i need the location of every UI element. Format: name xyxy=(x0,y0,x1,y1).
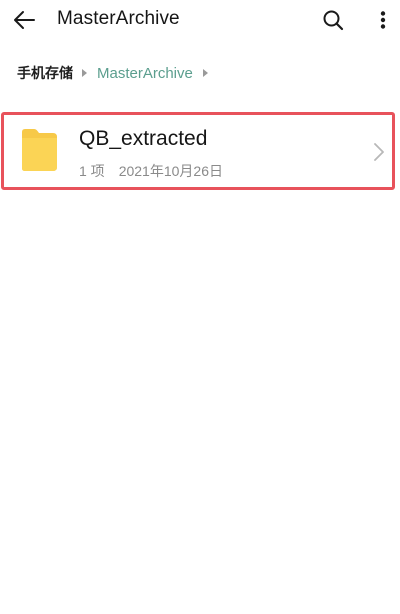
arrow-left-icon xyxy=(14,11,35,29)
breadcrumb-item-masterarchive[interactable]: MasterArchive xyxy=(97,65,193,82)
more-options-button[interactable] xyxy=(371,6,395,34)
breadcrumb-item-phone-storage[interactable]: 手机存储 xyxy=(17,63,73,83)
page-title: MasterArchive xyxy=(57,8,180,29)
item-count: 1 项 xyxy=(79,163,105,179)
breadcrumb-separator-icon xyxy=(82,69,87,77)
chevron-right-icon xyxy=(374,143,384,161)
list-item-folder[interactable]: QB_extracted 1 项 2021年10月26日 xyxy=(1,112,395,190)
more-vertical-icon xyxy=(380,11,386,29)
breadcrumb: 手机存储 MasterArchive xyxy=(17,62,208,84)
search-button[interactable] xyxy=(319,6,347,34)
file-manager-screen: MasterArchive 手机存储 MasterArchive QB_extr… xyxy=(0,0,400,614)
search-icon xyxy=(323,10,344,31)
breadcrumb-separator-icon xyxy=(202,69,208,77)
folder-icon xyxy=(22,129,57,171)
folder-name: QB_extracted xyxy=(79,127,208,150)
folder-meta: 1 项 2021年10月26日 xyxy=(79,161,223,181)
back-button[interactable] xyxy=(10,6,38,34)
modified-date: 2021年10月26日 xyxy=(118,163,223,179)
top-bar: MasterArchive xyxy=(0,0,400,40)
